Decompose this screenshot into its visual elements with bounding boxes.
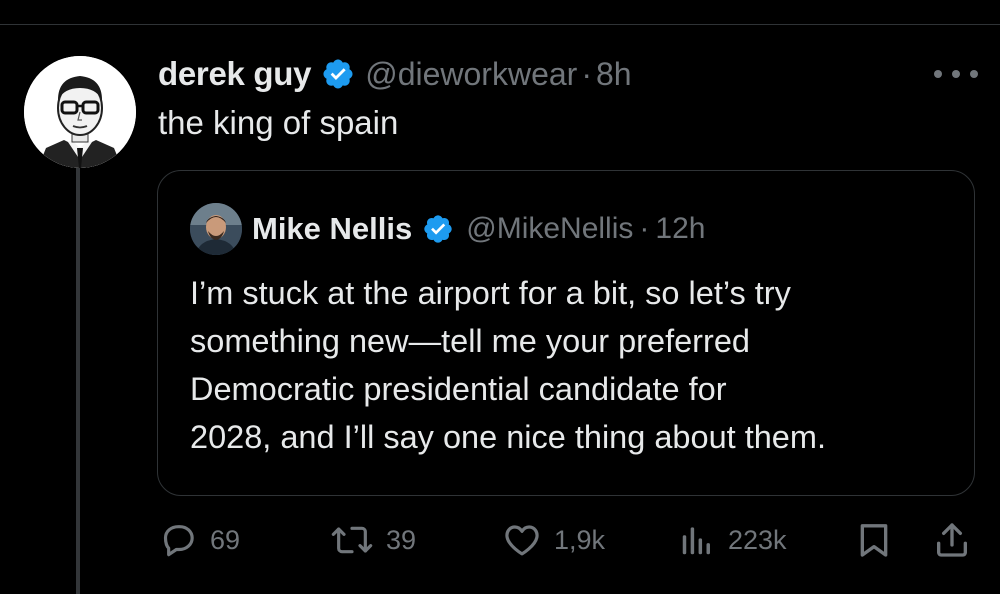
more-dot [970, 70, 978, 78]
bookmark-button[interactable] [854, 516, 894, 564]
repost-button[interactable]: 39 [330, 516, 416, 564]
post-time[interactable]: 8h [596, 56, 632, 93]
share-icon [937, 523, 967, 557]
quoted-text-line: something new—tell me your preferred [190, 323, 750, 359]
repost-icon [331, 526, 373, 554]
quoted-post-text: I’m stuck at the airport for a bit, so l… [190, 269, 960, 461]
tweet-screen: derek guy @dieworkwear · 8h the king of … [0, 0, 1000, 594]
verified-badge-icon [321, 57, 355, 91]
author-handle[interactable]: @dieworkwear [365, 56, 577, 93]
views-count: 223k [728, 524, 787, 555]
quoted-avatar-photo [190, 203, 242, 255]
thread-line [76, 168, 80, 594]
bookmark-icon [860, 524, 888, 557]
header-separator: · [581, 55, 592, 92]
like-button[interactable]: 1,9k [502, 516, 605, 564]
reply-count: 69 [210, 524, 241, 555]
quoted-post-card[interactable]: Mike Nellis @MikeNellis · 12h I’m stuck … [157, 170, 975, 496]
more-dot [952, 70, 960, 78]
share-button[interactable] [932, 516, 972, 564]
views-button[interactable]: 223k [678, 516, 787, 564]
quoted-post-time[interactable]: 12h [655, 212, 705, 246]
verified-badge-icon [422, 213, 454, 245]
quoted-text-line: 2028, and I’ll say one nice thing about … [190, 419, 826, 455]
like-count: 1,9k [554, 524, 606, 555]
author-name[interactable]: derek guy [158, 55, 312, 93]
post-header: derek guy @dieworkwear · 8h [158, 52, 632, 96]
reply-button[interactable]: 69 [158, 516, 240, 564]
heart-icon [505, 525, 539, 556]
top-divider [0, 24, 1000, 25]
reply-icon [163, 525, 194, 557]
author-avatar-illustration [24, 56, 136, 168]
views-chart-icon [682, 527, 710, 555]
more-options-icon[interactable] [934, 62, 978, 86]
quoted-author-avatar [190, 203, 242, 255]
repost-count: 39 [386, 524, 417, 555]
quoted-post-header: Mike Nellis @MikeNellis · 12h [252, 207, 705, 251]
quoted-author-handle[interactable]: @MikeNellis [466, 212, 633, 246]
quoted-author-name[interactable]: Mike Nellis [252, 211, 412, 247]
post-text: the king of spain [158, 104, 399, 141]
action-bar: 69 39 1,9k 223k [158, 516, 978, 564]
quoted-text-line: I’m stuck at the airport for a bit, so l… [190, 275, 791, 311]
more-dot [934, 70, 942, 78]
quoted-text-line: Democratic presidential candidate for [190, 371, 727, 407]
author-avatar[interactable] [24, 56, 136, 168]
quoted-header-separator: · [639, 212, 650, 245]
